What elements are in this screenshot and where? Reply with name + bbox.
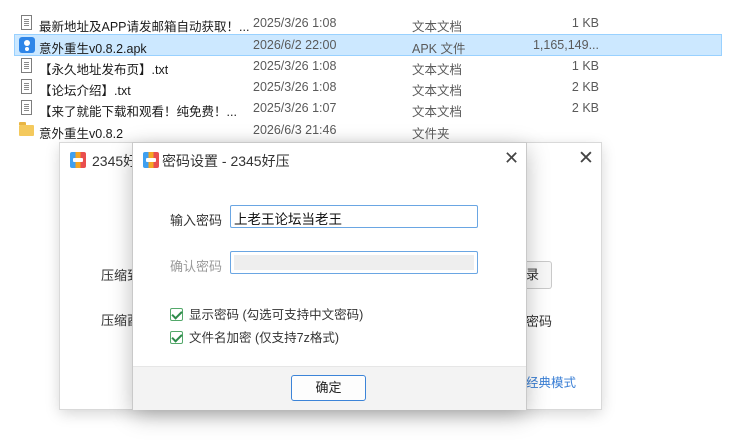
file-name: 【来了就能下载和观看！纯免费！... bbox=[39, 105, 237, 119]
file-date: 2025/3/26 1:08 bbox=[253, 16, 337, 30]
file-date: 2025/3/26 1:08 bbox=[253, 59, 337, 73]
text-file-icon bbox=[19, 79, 35, 96]
file-type: 文件夹 bbox=[412, 127, 450, 141]
checkbox-checked-icon[interactable] bbox=[170, 331, 183, 344]
file-row[interactable]: 意外重生v0.8.2.apk 2026/6/2 22:00 APK 文件 1,165,… bbox=[14, 34, 722, 56]
close-icon[interactable]: ✕ bbox=[504, 148, 519, 169]
file-row[interactable]: 【论坛介绍】.txt 2025/3/26 1:08 文本文档 2 KB bbox=[14, 76, 722, 98]
text-file-icon bbox=[19, 15, 35, 32]
haozip-logo-icon bbox=[143, 152, 159, 168]
window-title: 2345好 bbox=[92, 153, 138, 169]
file-size: 1 KB bbox=[571, 16, 599, 30]
file-row[interactable]: 【来了就能下载和观看！纯免费！... 2025/3/26 1:07 文本文档 2 KB bbox=[14, 97, 722, 119]
encrypt-filenames-label: 文件名加密 (仅支持7z格式) bbox=[189, 331, 340, 345]
show-password-label: 显示密码 (勾选可支持中文密码) bbox=[189, 308, 364, 322]
file-row[interactable]: 【永久地址发布页】.txt 2025/3/26 1:08 文本文档 1 KB bbox=[14, 55, 722, 77]
file-name: 最新地址及APP请发邮箱自动获取！... bbox=[39, 20, 249, 34]
text-file-icon bbox=[19, 100, 35, 117]
classic-mode-link[interactable]: 经典模式 bbox=[526, 372, 576, 391]
dialog-footer: 确定 bbox=[133, 366, 526, 410]
file-type: 文本文档 bbox=[412, 105, 463, 119]
file-size: 2 KB bbox=[571, 80, 599, 94]
file-date: 2025/3/26 1:08 bbox=[253, 80, 337, 94]
password-input[interactable]: 上老王论坛当老王 bbox=[230, 205, 478, 228]
file-date: 2025/3/26 1:07 bbox=[253, 101, 337, 115]
file-size: 2 KB bbox=[571, 101, 599, 115]
checkbox-checked-icon[interactable] bbox=[170, 308, 183, 321]
file-row[interactable]: 最新地址及APP请发邮箱自动获取！... 2025/3/26 1:08 文本文档 1 … bbox=[14, 12, 722, 34]
password-label: 输入密码 bbox=[170, 213, 223, 228]
text-file-icon bbox=[19, 58, 35, 75]
confirm-password-input[interactable] bbox=[230, 251, 478, 274]
file-name: 意外重生v0.8.2 bbox=[39, 127, 124, 141]
file-type: 文本文档 bbox=[412, 20, 463, 34]
file-row[interactable]: 意外重生v0.8.2 2026/6/3 21:46 文件夹 bbox=[14, 119, 722, 141]
close-icon[interactable]: ✕ bbox=[578, 147, 594, 170]
password-dialog: 密码设置 - 2345好压 ✕ 输入密码 上老王论坛当老王 确认密码 显示密码 … bbox=[133, 143, 526, 410]
confirm-password-label: 确认密码 bbox=[170, 259, 223, 274]
show-password-checkbox[interactable]: 显示密码 (勾选可支持中文密码) bbox=[170, 304, 363, 323]
file-date: 2026/6/3 21:46 bbox=[253, 123, 337, 137]
ok-button[interactable]: 确定 bbox=[291, 375, 366, 401]
file-date: 2026/6/2 22:00 bbox=[253, 38, 337, 52]
folder-icon bbox=[19, 122, 35, 139]
apk-file-icon bbox=[19, 37, 35, 54]
password-option-label[interactable]: 密码 bbox=[526, 311, 552, 330]
dialog-title: 密码设置 - 2345好压 bbox=[162, 153, 290, 169]
file-size: 1,165,149... bbox=[532, 38, 599, 52]
haozip-logo-icon bbox=[70, 152, 86, 168]
file-size: 1 KB bbox=[571, 59, 599, 73]
encrypt-filenames-checkbox[interactable]: 文件名加密 (仅支持7z格式) bbox=[170, 327, 339, 346]
